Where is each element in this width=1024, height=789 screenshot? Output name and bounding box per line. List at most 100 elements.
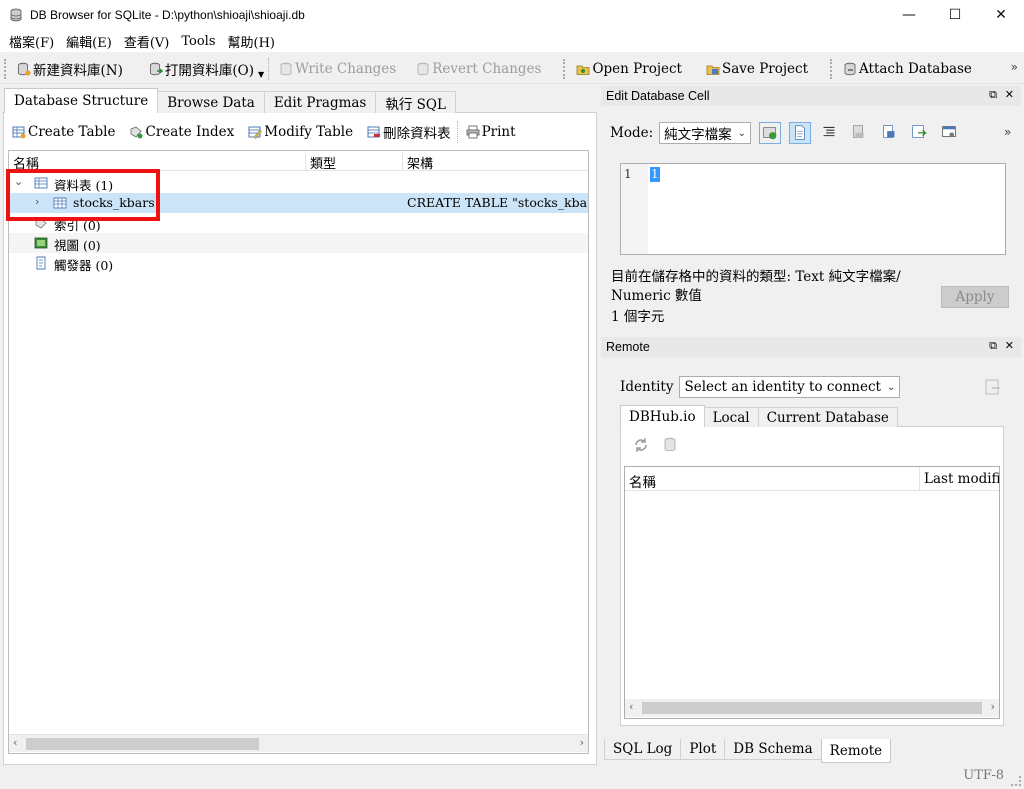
save-project-icon [706,65,720,75]
title-bar: DB Browser for SQLite - D:\python\shioaj… [0,0,1024,30]
toolbar-overflow-button[interactable]: » [1011,60,1018,74]
remote-list-header: 名稱 Last modified [625,467,999,491]
export-button[interactable] [879,122,901,144]
create-index-button[interactable]: Create Index [127,119,236,145]
edit-cell-toolbar: Mode: 純文字檔案 ⌄ » [610,121,1011,145]
tab-execute-sql[interactable]: 執行 SQL [375,91,456,113]
tab-dbhub[interactable]: DBHub.io [620,405,705,427]
identity-label: Identity [620,379,674,395]
revert-changes-button[interactable]: Revert Changes [410,56,547,82]
dock-tab-bar: SQL Log Plot DB Schema Remote [604,739,892,763]
line-number-gutter: 1 [621,164,648,254]
open-project-button[interactable]: Open Project [570,56,688,82]
chevron-down-icon: ⌄ [737,127,747,139]
menu-edit[interactable]: 編輯(E) [60,32,118,51]
cell-type-info: 目前在儲存格中的資料的類型: Text 純文字檔案/ Numeric 數值 1 … [611,268,931,327]
import-button[interactable] [849,122,871,144]
tree-row-triggers[interactable]: 觸發器 (0) [9,253,588,273]
delete-table-button[interactable]: 刪除資料表 [365,119,453,145]
close-window-button[interactable]: ✕ [978,0,1024,30]
apply-button[interactable]: Apply [941,286,1009,308]
schema-tree[interactable]: 名稱 類型 架構 ⌄ 資料表 (1) › stocks_kbars CREATE… [8,150,589,754]
tab-edit-pragmas[interactable]: Edit Pragmas [263,91,377,113]
attach-database-button[interactable]: Attach Database [837,56,978,82]
remote-settings-icon[interactable] [982,376,1004,398]
scroll-right-arrow-icon[interactable]: › [991,700,995,713]
attach-database-icon [844,62,856,75]
minimize-button[interactable]: — [886,0,932,30]
open-database-label: 打開資料庫(O) [164,62,254,79]
status-bar: UTF-8 [0,765,1024,789]
tree-horizontal-scrollbar[interactable]: ‹ › [9,734,588,752]
menu-file[interactable]: 檔案(F) [3,32,60,51]
write-changes-icon [280,62,292,75]
auto-switch-icon [763,127,777,140]
write-changes-button[interactable]: Write Changes [273,56,402,82]
undock-icon[interactable]: ⧉ [989,339,997,353]
modify-table-button[interactable]: Modify Table [246,119,355,145]
set-as-null-button[interactable] [909,122,931,144]
refresh-icon[interactable] [632,436,650,454]
new-database-label: 新建資料庫(N) [33,62,123,79]
column-header-schema[interactable]: 架構 [407,153,433,172]
scrollbar-thumb[interactable] [642,702,982,714]
edit-toolbar-overflow[interactable]: » [1004,125,1011,139]
scrollbar-thumb[interactable] [26,738,259,750]
cell-editor-text[interactable]: 1 [650,167,660,182]
cell-editor[interactable]: 1 1 [620,163,1006,255]
undock-icon[interactable]: ⧉ [989,88,997,102]
identity-select[interactable]: Select an identity to connect ⌄ [679,376,901,398]
resize-grip[interactable] [1011,776,1021,786]
remote-horizontal-scrollbar[interactable]: ‹ › [625,699,999,717]
auto-switch-mode-button[interactable] [759,122,782,144]
close-dock-icon[interactable]: ✕ [1005,88,1014,101]
open-database-button[interactable]: 打開資料庫(O) [143,56,260,82]
menu-view[interactable]: 查看(V) [118,32,176,51]
tab-remote[interactable]: Remote [820,739,892,763]
column-header-name[interactable]: 名稱 [629,471,656,491]
column-header-last-modified[interactable]: Last modified [924,471,999,487]
tab-browse-data[interactable]: Browse Data [157,91,265,113]
printer-icon [466,125,479,139]
tab-current-database[interactable]: Current Database [757,407,898,427]
print-button[interactable]: Print [464,119,518,145]
clone-database-icon[interactable] [662,436,680,454]
document-icon [795,125,805,140]
remote-dock-header: Remote ⧉ ✕ [601,337,1021,357]
open-dropdown-arrow-icon[interactable]: ▼ [258,70,264,79]
tree-row-views[interactable]: 視圖 (0) [9,233,588,253]
open-in-external-button[interactable] [939,122,961,144]
create-table-button[interactable]: Create Table [10,119,117,145]
open-project-icon [577,65,590,75]
new-database-button[interactable]: 新建資料庫(N) [11,56,129,82]
maximize-button[interactable]: ☐ [932,0,978,30]
close-dock-icon[interactable]: ✕ [1005,339,1014,352]
encoding-indicator: UTF-8 [963,768,1004,783]
menu-bar: 檔案(F) 編輯(E) 查看(V) Tools 幫助(H) [0,30,1024,52]
scroll-right-arrow-icon[interactable]: › [580,736,584,749]
column-header-type[interactable]: 類型 [310,153,336,172]
scroll-left-arrow-icon[interactable]: ‹ [629,700,633,713]
mode-label: Mode: [610,125,654,141]
modify-table-icon [248,126,263,139]
tab-database-structure[interactable]: Database Structure [4,88,159,113]
save-project-button[interactable]: Save Project [700,56,814,82]
tree-row-label: 視圖 (0) [54,238,101,253]
toolbar-grip[interactable] [4,58,7,79]
tab-local[interactable]: Local [703,407,759,427]
scroll-left-arrow-icon[interactable]: ‹ [13,736,17,749]
tab-db-schema[interactable]: DB Schema [724,739,822,760]
mode-select[interactable]: 純文字檔案 ⌄ [659,122,752,144]
tab-sql-log[interactable]: SQL Log [604,739,682,760]
toolbar-grip[interactable] [830,58,833,79]
modify-table-label: Modify Table [264,124,354,140]
remote-file-list[interactable]: 名稱 Last modified [624,466,1000,719]
menu-tools[interactable]: Tools [175,34,221,49]
tab-plot[interactable]: Plot [680,739,726,760]
view-icon [34,237,48,249]
tree-row-schema: CREATE TABLE "stocks_kbars" ( "ti [407,195,587,210]
menu-help[interactable]: 幫助(H) [222,32,281,51]
word-wrap-button[interactable] [789,122,812,144]
toolbar-grip[interactable] [563,58,566,79]
indent-button[interactable] [819,122,841,144]
